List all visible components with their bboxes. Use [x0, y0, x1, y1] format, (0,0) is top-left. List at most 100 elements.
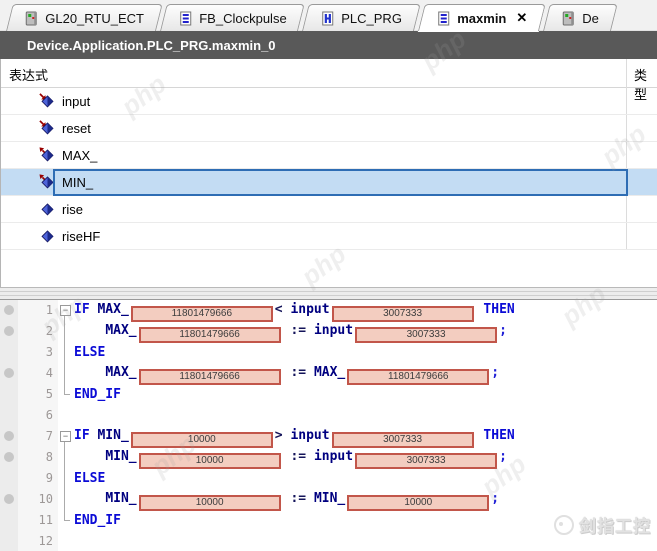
token-id: MAX_ — [314, 365, 345, 380]
whitespace — [306, 323, 314, 338]
code-line-5[interactable]: 5 END_IF — [0, 384, 657, 405]
splitter-ridge — [0, 291, 657, 292]
expression-label: rise — [62, 202, 83, 217]
st-code-editor[interactable]: 1−IF MAX_11801479666< input3007333 THEN2… — [0, 300, 657, 551]
code-line-10[interactable]: 10 MIN_10000 := MIN_10000; — [0, 489, 657, 510]
token-id: input — [314, 323, 353, 338]
table-row-reset[interactable]: reset — [1, 115, 657, 142]
breakpoint-dot[interactable] — [4, 305, 14, 315]
tab-fb_clockpulse[interactable]: FB_Clockpulse — [160, 4, 305, 31]
breakpoint-margin[interactable] — [0, 363, 18, 384]
fold-margin — [58, 489, 74, 510]
plc-ide-window: { "colors": { "title_bar_bg": "#595959",… — [0, 0, 657, 551]
breakpoint-margin[interactable] — [0, 468, 18, 489]
breakpoint-margin[interactable] — [0, 342, 18, 363]
tab-maxmin[interactable]: maxmin ✕ — [418, 4, 546, 31]
tab-close-icon[interactable]: ✕ — [516, 10, 527, 26]
code-line-11[interactable]: 11END_IF — [0, 510, 657, 531]
fold-collapse-icon[interactable]: − — [60, 305, 71, 316]
whitespace — [306, 491, 314, 506]
breakpoint-dot[interactable] — [4, 368, 14, 378]
token-id: MAX_ — [105, 323, 136, 338]
pou-icon — [320, 11, 335, 26]
breakpoint-margin[interactable] — [0, 531, 18, 551]
fold-margin — [58, 531, 74, 551]
tab-label: De — [582, 11, 599, 26]
line-number: 3 — [18, 342, 58, 363]
tab-inner: maxmin ✕ — [422, 5, 541, 31]
code-line-6[interactable]: 6 — [0, 405, 657, 426]
table-row-MIN_[interactable]: MIN_ — [1, 169, 657, 196]
splitter-ridge — [0, 295, 657, 296]
output-variable-icon — [39, 147, 56, 163]
line-number: 6 — [18, 405, 58, 426]
line-number: 5 — [18, 384, 58, 405]
table-row-input[interactable]: input — [1, 88, 657, 115]
tab-gl20_rtu_ect[interactable]: GL20_RTU_ECT — [6, 4, 162, 31]
token-kw: ELSE — [74, 345, 105, 360]
document-icon — [178, 11, 193, 26]
code-line-9[interactable]: 9 ELSE — [0, 468, 657, 489]
code-line-7[interactable]: 7−IF MIN_10000> input3007333 THEN — [0, 426, 657, 447]
input-variable-icon — [39, 120, 56, 136]
line-number: 4 — [18, 363, 58, 384]
code-text: END_IF — [74, 384, 657, 405]
expression-label: riseHF — [62, 229, 100, 244]
tab-label: FB_Clockpulse — [199, 11, 286, 26]
token-id: MAX_ — [105, 365, 136, 380]
breakpoint-dot[interactable] — [4, 326, 14, 336]
token-id: MIN_ — [97, 428, 128, 443]
monitor-value-box: 10000 — [139, 495, 281, 511]
token-kw: ELSE — [74, 471, 105, 486]
line-number: 12 — [18, 531, 58, 551]
breakpoint-margin[interactable] — [0, 321, 18, 342]
code-text: MAX_11801479666 := input3007333; — [74, 320, 657, 343]
breakpoint-margin[interactable] — [0, 426, 18, 447]
token-kw: END_IF — [74, 387, 121, 402]
breakpoint-margin[interactable] — [0, 384, 18, 405]
code-line-12[interactable]: 12 — [0, 531, 657, 551]
tab-plc_prg[interactable]: PLC_PRG — [302, 4, 420, 31]
fold-margin — [58, 510, 74, 531]
tab-bar: GL20_RTU_ECT FB_Clockpulse PLC_PRG maxmin ✕ D… — [0, 0, 657, 31]
code-text: MIN_10000 := input3007333; — [74, 446, 657, 469]
monitor-value-box: 10000 — [347, 495, 489, 511]
breadcrumb-text: Device.Application.PLC_PRG.maxmin_0 — [27, 38, 276, 53]
whitespace — [306, 449, 314, 464]
fold-collapse-icon[interactable]: − — [60, 431, 71, 442]
local-variable-icon — [39, 228, 56, 244]
breakpoint-dot[interactable] — [4, 494, 14, 504]
token-op: := — [290, 365, 306, 380]
breakpoint-margin[interactable] — [0, 300, 18, 321]
code-line-4[interactable]: 4 MAX_11801479666 := MAX_11801479666; — [0, 363, 657, 384]
code-line-3[interactable]: 3 ELSE — [0, 342, 657, 363]
table-row-riseHF[interactable]: riseHF — [1, 223, 657, 250]
token-kw: THEN — [483, 428, 514, 443]
breakpoint-margin[interactable] — [0, 510, 18, 531]
line-number: 9 — [18, 468, 58, 489]
expression-label: reset — [62, 121, 91, 136]
code-line-1[interactable]: 1−IF MAX_11801479666< input3007333 THEN — [0, 300, 657, 321]
token-sem: ; — [491, 491, 499, 506]
breakpoint-margin[interactable] — [0, 405, 18, 426]
breakpoint-margin[interactable] — [0, 447, 18, 468]
input-variable-icon — [39, 93, 56, 109]
panel-splitter[interactable] — [0, 287, 657, 300]
token-kw: END_IF — [74, 513, 121, 528]
breakpoint-dot[interactable] — [4, 431, 14, 441]
tab-label: maxmin — [457, 11, 506, 26]
table-row-rise[interactable]: rise — [1, 196, 657, 223]
tab-inner: FB_Clockpulse — [164, 5, 300, 31]
tab-de[interactable]: De — [543, 4, 617, 31]
table-row-MAX_[interactable]: MAX_ — [1, 142, 657, 169]
fold-margin: − — [58, 426, 74, 447]
token-kw: IF — [74, 302, 90, 317]
breakpoint-dot[interactable] — [4, 452, 14, 462]
tab-label: GL20_RTU_ECT — [45, 11, 144, 26]
fold-margin — [58, 384, 74, 405]
selected-cell-border — [53, 169, 628, 196]
code-line-8[interactable]: 8 MIN_10000 := input3007333; — [0, 447, 657, 468]
breakpoint-margin[interactable] — [0, 489, 18, 510]
whitespace — [306, 365, 314, 380]
code-line-2[interactable]: 2 MAX_11801479666 := input3007333; — [0, 321, 657, 342]
